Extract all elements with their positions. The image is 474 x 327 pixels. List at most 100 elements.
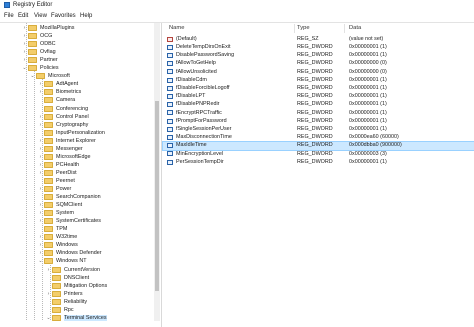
tree-item[interactable]: Camera xyxy=(38,96,75,104)
value-row[interactable]: fEncryptRPCTraffic REG_DWORD 0x00000001 (1… xyxy=(163,109,474,117)
value-row[interactable]: DisablePasswordSaving REG_DWORD 0x00000001… xyxy=(163,51,474,59)
column-separator[interactable] xyxy=(344,24,345,33)
menu-help[interactable]: Help xyxy=(80,13,92,19)
value-row[interactable]: MinEncryptionLevel REG_DWORD 0x00000003 (3… xyxy=(163,150,474,158)
chevron-right-icon[interactable]: › xyxy=(22,33,27,39)
tree-item[interactable]: Peernet xyxy=(38,177,75,185)
value-row[interactable]: fAllowToGetHelp REG_DWORD 0x00000000 (0) xyxy=(163,60,474,68)
column-header-type[interactable]: Type xyxy=(297,25,310,31)
value-type: REG_DWORD xyxy=(297,43,333,50)
chevron-right-icon[interactable]: › xyxy=(38,122,43,128)
value-row[interactable]: fDisablePNPRedir REG_DWORD 0x00000001 (1) xyxy=(163,101,474,109)
chevron-down-icon[interactable]: ⌄ xyxy=(30,73,35,79)
tree-item-label: Mitigation Options xyxy=(64,282,108,289)
tree-item[interactable]: › Internet Explorer xyxy=(38,137,96,145)
value-row[interactable]: fSingleSessionPerUser REG_DWORD 0x00000001… xyxy=(163,125,474,133)
column-header-data[interactable]: Data xyxy=(349,25,361,31)
pane-splitter[interactable] xyxy=(161,23,162,327)
tree-item[interactable]: InputPersonalization xyxy=(38,129,105,137)
tree-item[interactable]: › OCG xyxy=(22,32,52,40)
chevron-right-icon[interactable]: › xyxy=(38,250,43,256)
tree-item[interactable]: › Biometrics xyxy=(38,88,81,96)
chevron-right-icon[interactable]: › xyxy=(38,234,43,240)
value-row[interactable]: MaxDisconnectionTime REG_DWORD 0x0000ea60 … xyxy=(163,133,474,141)
chevron-right-icon[interactable]: › xyxy=(22,25,27,31)
tree-scrollbar[interactable] xyxy=(154,23,160,321)
tree-item[interactable]: › SQMClient xyxy=(38,201,82,209)
chevron-right-icon[interactable]: › xyxy=(22,57,27,63)
dword-value-icon xyxy=(167,102,173,108)
values-list[interactable]: Name Type Data (Default) REG_SZ (value not… xyxy=(162,23,474,327)
chevron-right-icon[interactable]: › xyxy=(46,267,51,273)
chevron-right-icon[interactable]: › xyxy=(38,170,43,176)
tree-item[interactable]: › Cryptography xyxy=(38,121,88,129)
column-separator[interactable] xyxy=(294,24,295,33)
tree-item[interactable]: › Windows xyxy=(38,241,78,249)
chevron-right-icon[interactable]: › xyxy=(38,202,43,208)
value-name: fAllowUnsolicited xyxy=(176,68,217,75)
tree-scrollbar-thumb[interactable] xyxy=(155,101,159,291)
tree-item[interactable]: › Printers xyxy=(46,290,83,298)
chevron-right-icon[interactable]: › xyxy=(38,89,43,95)
chevron-right-icon[interactable]: › xyxy=(38,218,43,224)
value-row[interactable]: PerSessionTempDir REG_DWORD 0x00000001 (1) xyxy=(163,158,474,166)
chevron-right-icon[interactable]: › xyxy=(38,242,43,248)
chevron-right-icon[interactable]: › xyxy=(38,154,43,160)
tree-item[interactable]: ⌄ Microsoft xyxy=(30,72,70,80)
tree-item[interactable]: › System xyxy=(38,209,74,217)
tree-item[interactable]: › MicrosoftEdge xyxy=(38,153,90,161)
value-row[interactable]: fDisableCdm REG_DWORD 0x00000001 (1) xyxy=(163,76,474,84)
tree-item[interactable]: › Control Panel xyxy=(38,113,89,121)
chevron-right-icon[interactable]: › xyxy=(38,114,43,120)
chevron-right-icon[interactable]: › xyxy=(22,41,27,47)
value-row[interactable]: fAllowUnsolicited REG_DWORD 0x00000000 (0) xyxy=(163,68,474,76)
value-row[interactable]: (Default) REG_SZ (value not set) xyxy=(163,35,474,43)
tree-item[interactable]: › W32time xyxy=(38,233,77,241)
menu-favorites[interactable]: Favorites xyxy=(51,13,76,19)
chevron-right-icon[interactable]: › xyxy=(22,49,27,55)
value-row[interactable]: fDisableForcibleLogoff REG_DWORD 0x0000000… xyxy=(163,84,474,92)
value-row[interactable]: MaxIdleTime REG_DWORD 0x000dbba0 (900000) xyxy=(162,140,474,151)
tree-item[interactable]: › PCHealth xyxy=(38,161,79,169)
tree-item[interactable]: Rpc xyxy=(46,306,74,314)
chevron-down-icon[interactable]: ⌄ xyxy=(38,258,43,264)
tree-item[interactable]: DNSClient xyxy=(46,274,89,282)
value-row[interactable]: fPromptForPassword REG_DWORD 0x00000001 (1… xyxy=(163,117,474,125)
tree-item[interactable]: ⌄ Windows NT xyxy=(38,257,87,265)
chevron-down-icon[interactable]: ⌄ xyxy=(22,65,27,71)
chevron-right-icon[interactable]: › xyxy=(38,146,43,152)
tree-item[interactable]: › AdtAgent xyxy=(38,80,78,88)
column-header-name[interactable]: Name xyxy=(169,25,184,31)
chevron-right-icon[interactable]: › xyxy=(38,162,43,168)
menu-view[interactable]: View xyxy=(34,13,47,19)
tree-item[interactable]: › Windows Defender xyxy=(38,249,102,257)
tree-item[interactable]: TPM xyxy=(38,225,67,233)
tree-item[interactable]: ⌄ Terminal Services xyxy=(46,314,107,322)
tree-item[interactable]: ⌄ Policies xyxy=(22,64,59,72)
registry-tree[interactable]: › MozillaPlugins › OCG › ODBC › Ovfiag › Partner ⌄… xyxy=(0,23,160,323)
tree-item[interactable]: SearchCompanion xyxy=(38,193,101,201)
tree-item[interactable]: › Partner xyxy=(22,56,58,64)
tree-item[interactable]: › Messenger xyxy=(38,145,83,153)
tree-item[interactable]: › MozillaPlugins xyxy=(22,24,74,32)
tree-item[interactable]: › Power xyxy=(38,185,71,193)
chevron-right-icon[interactable]: › xyxy=(38,210,43,216)
chevron-down-icon[interactable]: ⌄ xyxy=(46,315,51,321)
tree-item[interactable]: › CurrentVersion xyxy=(46,266,100,274)
value-row[interactable]: DeleteTempDirsOnExit REG_DWORD 0x00000001 … xyxy=(163,43,474,51)
menu-file[interactable]: File xyxy=(4,13,14,19)
menu-edit[interactable]: Edit xyxy=(18,13,28,19)
chevron-right-icon[interactable]: › xyxy=(46,291,51,297)
tree-item[interactable]: › PeerDist xyxy=(38,169,77,177)
tree-item[interactable]: › Ovfiag xyxy=(22,48,56,56)
chevron-right-icon[interactable]: › xyxy=(38,186,43,192)
tree-item[interactable]: › ODBC xyxy=(22,40,56,48)
value-row[interactable]: fDisableLPT REG_DWORD 0x00000001 (1) xyxy=(163,92,474,100)
chevron-right-icon[interactable]: › xyxy=(38,81,43,87)
chevron-right-icon[interactable]: › xyxy=(38,138,43,144)
value-name: (Default) xyxy=(176,35,197,42)
tree-item[interactable]: Mitigation Options xyxy=(46,282,107,290)
tree-item[interactable]: Conferencing xyxy=(38,105,88,113)
tree-item[interactable]: › SystemCertificates xyxy=(38,217,101,225)
tree-item[interactable]: Reliability xyxy=(46,298,87,306)
